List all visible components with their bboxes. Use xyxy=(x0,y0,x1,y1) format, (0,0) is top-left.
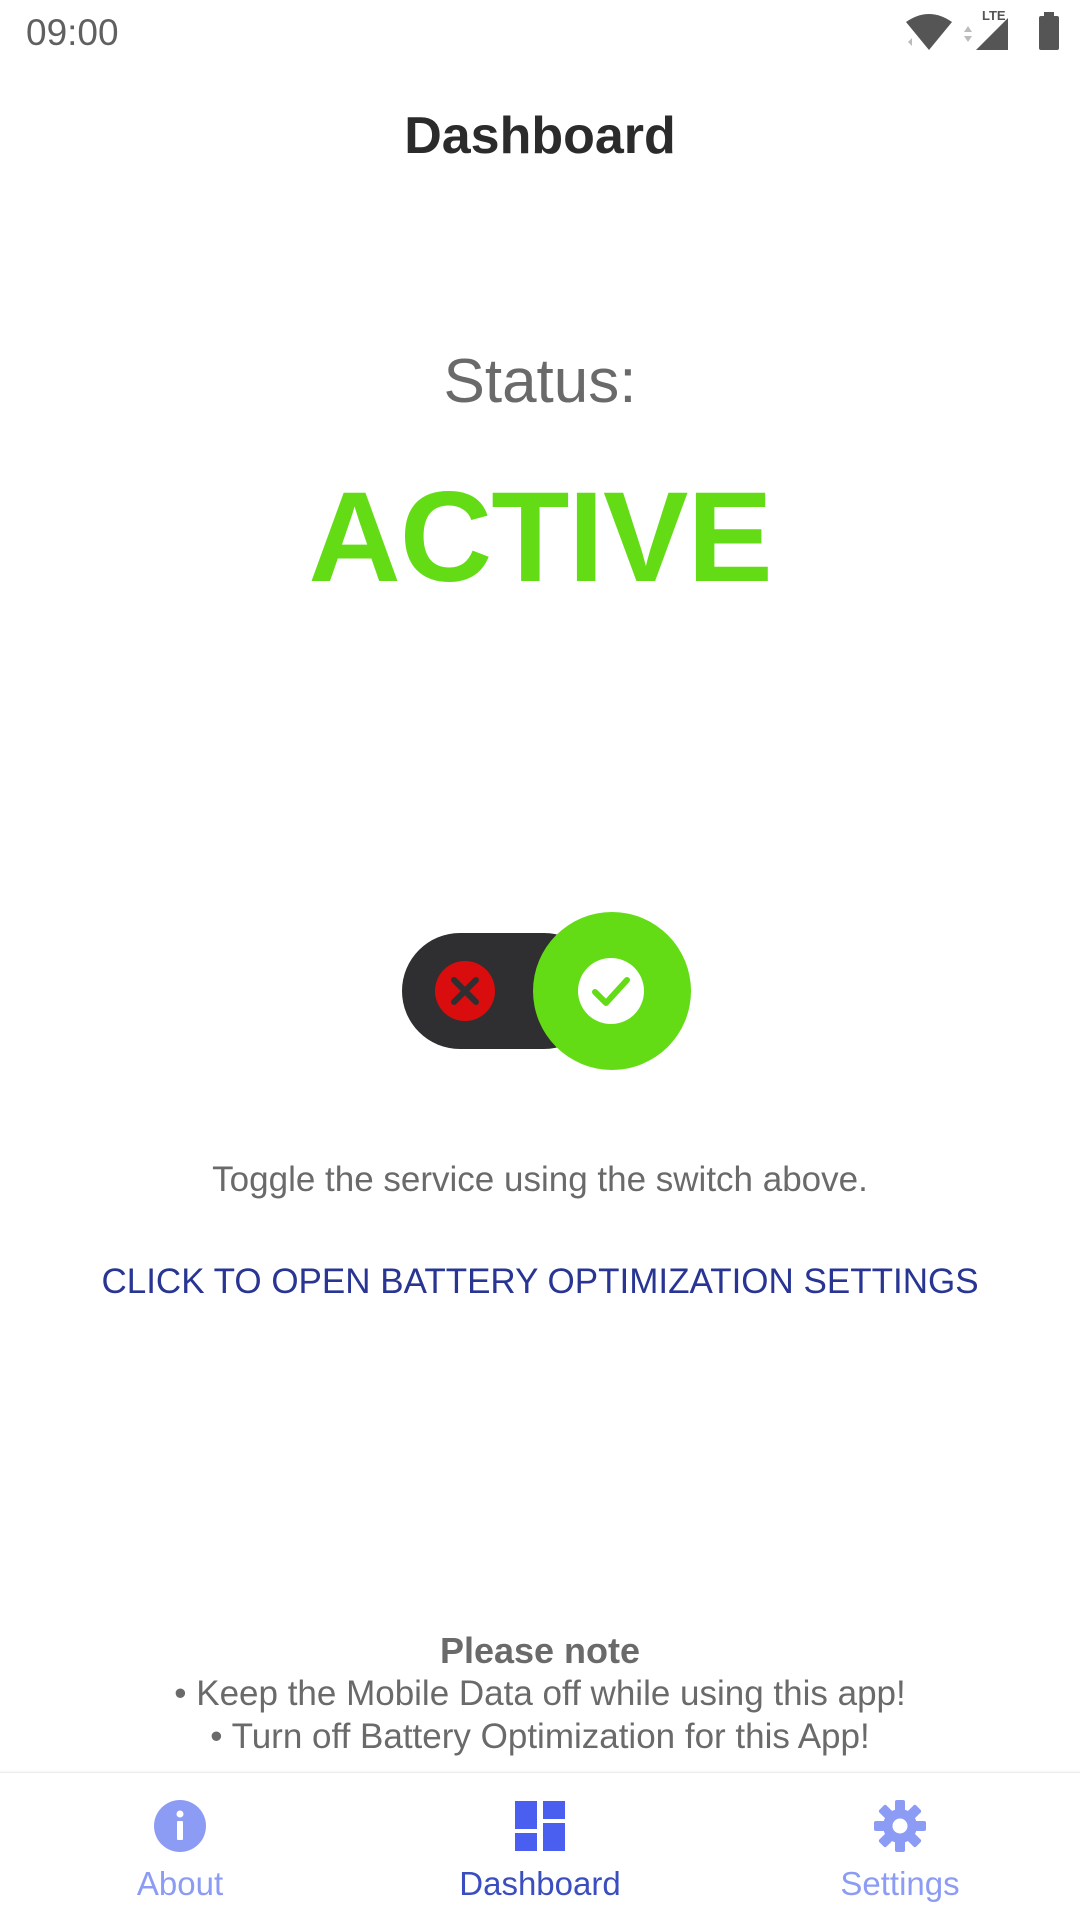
cellular-signal-group: LTE xyxy=(962,8,1030,52)
nav-item-settings[interactable]: Settings xyxy=(720,1773,1080,1920)
note-line-battery-optimization: • Turn off Battery Optimization for this… xyxy=(210,1717,870,1756)
status-value: ACTIVE xyxy=(308,466,772,609)
close-icon xyxy=(435,961,495,1021)
status-icons: LTE xyxy=(904,8,1060,52)
nav-item-about[interactable]: About xyxy=(0,1773,360,1920)
check-icon xyxy=(578,958,644,1024)
status-label: Status: xyxy=(443,347,637,416)
dashboard-icon xyxy=(515,1801,565,1851)
cellular-signal-icon xyxy=(964,18,1008,50)
status-time: 09:00 xyxy=(26,12,119,53)
battery-optimization-link[interactable]: CLICK TO OPEN BATTERY OPTIMIZATION SETTI… xyxy=(0,1262,1080,1302)
wifi-icon xyxy=(906,14,952,50)
note-title: Please note xyxy=(439,1630,641,1671)
note-line-mobile-data: • Keep the Mobile Data off while using t… xyxy=(174,1674,906,1713)
bottom-navigation: About Dashboard Settings xyxy=(0,1772,1080,1920)
toggle-hint-text: Toggle the service using the switch abov… xyxy=(212,1160,868,1199)
battery-icon xyxy=(1039,12,1059,50)
info-icon xyxy=(154,1800,206,1852)
nav-label-dashboard: Dashboard xyxy=(459,1865,621,1902)
nav-label-settings: Settings xyxy=(840,1865,960,1902)
gear-icon xyxy=(874,1800,926,1852)
please-note-section: Please note • Keep the Mobile Data off w… xyxy=(0,1630,1080,1758)
nav-item-dashboard[interactable]: Dashboard xyxy=(360,1773,720,1920)
page-title: Dashboard xyxy=(404,107,676,165)
nav-label-about: About xyxy=(136,1865,224,1902)
screen: 09:00 LTE Dashboard Status: ACTIVE Toggl… xyxy=(0,0,1080,1920)
status-bar: 09:00 LTE xyxy=(0,0,1080,64)
service-toggle-switch[interactable] xyxy=(402,912,692,1070)
